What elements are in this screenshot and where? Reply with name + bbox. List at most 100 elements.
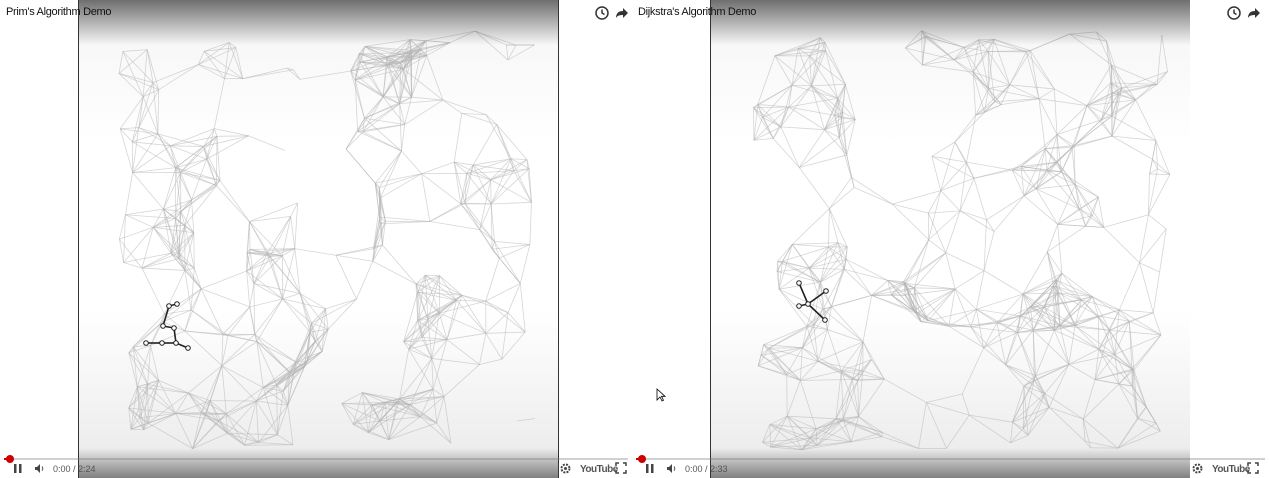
- video-title-text[interactable]: Prim's Algorithm Demo: [6, 6, 112, 18]
- graph-edge: [180, 180, 221, 212]
- graph-edge: [118, 239, 125, 263]
- graph-edge: [987, 51, 1011, 86]
- graph-edge: [945, 252, 956, 290]
- graph-edge: [225, 413, 246, 446]
- graph-edge: [811, 50, 826, 87]
- graph-edge: [959, 210, 987, 221]
- graph-edge: [425, 40, 428, 56]
- graph-edge: [425, 30, 476, 42]
- graph-edge: [954, 270, 985, 290]
- gear-icon[interactable]: [559, 462, 572, 475]
- graph-edge: [800, 370, 842, 381]
- fullscreen-icon[interactable]: [615, 462, 627, 475]
- pause-icon[interactable]: [644, 462, 656, 475]
- video-frame[interactable]: [710, 0, 1190, 478]
- graph-edge: [1139, 228, 1167, 264]
- graph-edge: [822, 309, 864, 343]
- graph-edge: [200, 412, 228, 434]
- graph-edge: [1083, 418, 1119, 449]
- graph-edge: [1038, 88, 1055, 100]
- graph-edge: [353, 423, 389, 441]
- video-title[interactable]: Prim's Algorithm Demo: [6, 6, 112, 18]
- graph-edge: [921, 30, 955, 61]
- graph-edge: [758, 365, 801, 381]
- graph-edge: [299, 70, 351, 80]
- graph-edge: [927, 288, 956, 321]
- graph-edge: [786, 380, 801, 417]
- video-player-prims[interactable]: Prim's Algorithm Demo 0:00 / 2:24 YouTub…: [0, 0, 632, 478]
- share-arrow-icon[interactable]: [614, 5, 630, 21]
- graph-edge: [485, 333, 503, 360]
- graph-edge: [946, 414, 970, 449]
- youtube-logo[interactable]: YouTube: [1212, 464, 1250, 475]
- video-title[interactable]: Dijkstra's Algorithm Demo: [638, 6, 756, 18]
- graph-edge: [961, 393, 970, 416]
- graph-edge: [1069, 31, 1097, 35]
- graph-edge: [425, 274, 440, 277]
- graph-edge: [341, 403, 372, 406]
- video-frame[interactable]: [78, 0, 558, 478]
- volume-icon[interactable]: [33, 462, 46, 475]
- video-title-text[interactable]: Dijkstra's Algorithm Demo: [638, 6, 756, 18]
- graph-edge: [158, 64, 199, 91]
- graph-edge: [256, 298, 283, 342]
- graph-edge: [403, 292, 419, 342]
- tree-edge: [798, 282, 809, 305]
- gear-icon[interactable]: [1191, 462, 1204, 475]
- graph-edge: [227, 432, 278, 436]
- graph-edge: [510, 158, 527, 161]
- graph-edge: [170, 145, 204, 147]
- graph-edge: [201, 270, 247, 290]
- graph-edge: [227, 433, 245, 446]
- graph-edge: [382, 244, 417, 285]
- tree-node: [166, 303, 172, 309]
- volume-icon[interactable]: [665, 462, 678, 475]
- graph-edge: [831, 295, 872, 307]
- tree-node: [173, 340, 179, 346]
- youtube-logo[interactable]: YouTube: [580, 464, 618, 475]
- graph-edge: [152, 227, 180, 253]
- video-player-dijkstras[interactable]: Dijkstra's Algorithm Demo 0:00 / 2:33 Yo…: [632, 0, 1269, 478]
- graph-edge: [357, 124, 405, 132]
- graph-edge: [858, 416, 883, 433]
- graph-edge: [184, 330, 223, 335]
- graph-edge: [940, 190, 961, 212]
- graph-edge: [799, 347, 803, 381]
- graph-edge: [335, 248, 374, 256]
- graph-edge: [141, 267, 165, 315]
- clock-icon[interactable]: [1226, 5, 1242, 21]
- graph-edge: [379, 216, 430, 222]
- graph-edge: [840, 370, 844, 420]
- graph-edge: [1133, 334, 1162, 371]
- graph-edge: [1085, 225, 1104, 228]
- graph-edge: [443, 396, 452, 444]
- clock-icon[interactable]: [594, 5, 610, 21]
- pause-icon[interactable]: [12, 462, 24, 475]
- graph-edge: [432, 389, 438, 423]
- graph-edge: [401, 150, 422, 174]
- graph-edge: [1056, 119, 1102, 135]
- graph-edge: [246, 253, 268, 272]
- graph-edge: [871, 282, 906, 296]
- graph-edge: [851, 177, 893, 205]
- graph-edge: [163, 172, 181, 210]
- graph-edge: [825, 50, 839, 99]
- graph-edges: [753, 30, 1171, 451]
- graph-edge: [1069, 33, 1107, 42]
- graph-edge: [961, 347, 985, 395]
- graph-edge: [828, 208, 830, 247]
- graph-edge: [373, 216, 381, 249]
- fullscreen-icon[interactable]: [1247, 462, 1259, 475]
- graph-edge: [996, 306, 1031, 324]
- graph-edge: [913, 239, 930, 288]
- graph-edge: [242, 69, 294, 79]
- graph-edge: [926, 402, 970, 416]
- graph-edge: [249, 283, 255, 307]
- graph-edge: [986, 195, 1025, 221]
- graph-edge: [994, 98, 1040, 103]
- graph-edge: [954, 141, 967, 163]
- graph-edge: [439, 312, 487, 334]
- graph-edge: [354, 46, 366, 81]
- share-arrow-icon[interactable]: [1246, 5, 1262, 21]
- graph-edge: [1048, 406, 1084, 420]
